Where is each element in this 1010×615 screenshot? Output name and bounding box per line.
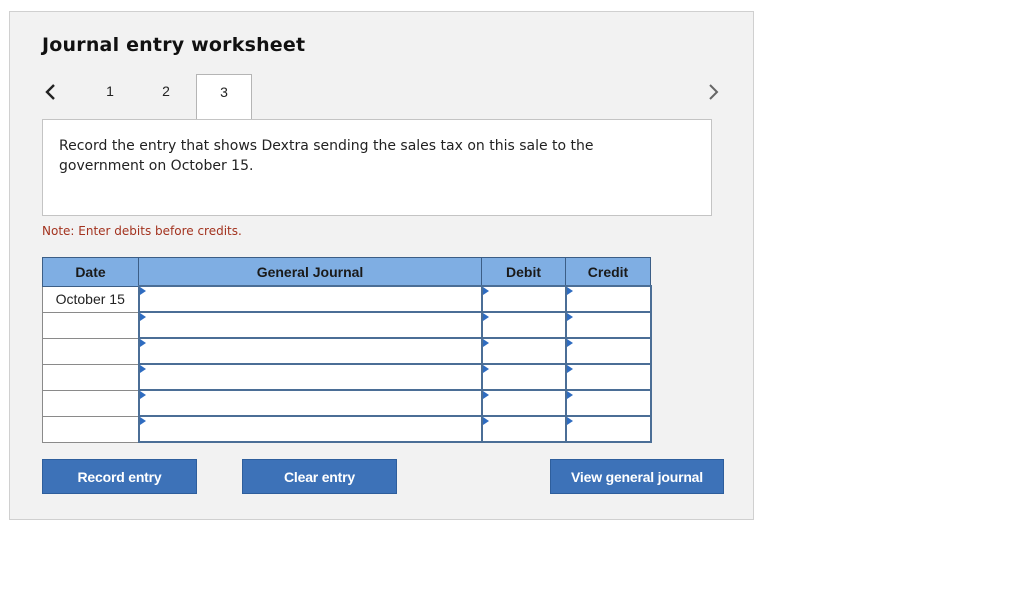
- debit-input[interactable]: [480, 415, 567, 443]
- credit-input[interactable]: [564, 337, 652, 365]
- date-cell: [42, 389, 139, 417]
- credit-input[interactable]: [564, 415, 652, 443]
- table-row: October 15: [42, 285, 652, 313]
- account-input[interactable]: [137, 311, 483, 339]
- debit-input[interactable]: [480, 389, 567, 417]
- table-row: [42, 311, 652, 339]
- worksheet-panel: Journal entry worksheet 1 2 3 Record the…: [9, 11, 754, 520]
- table-row: [42, 363, 652, 391]
- note-text: Note: Enter debits before credits.: [42, 224, 242, 238]
- date-cell: [42, 311, 139, 339]
- question-prompt: Record the entry that shows Dextra sendi…: [42, 119, 712, 216]
- credit-input[interactable]: [564, 389, 652, 417]
- debit-input[interactable]: [480, 337, 567, 365]
- account-input[interactable]: [137, 337, 483, 365]
- table-row: [42, 389, 652, 417]
- record-entry-button[interactable]: Record entry: [42, 459, 197, 494]
- debit-input[interactable]: [480, 311, 567, 339]
- debit-input[interactable]: [480, 285, 567, 313]
- page-title: Journal entry worksheet: [42, 34, 306, 56]
- date-cell: October 15: [42, 285, 139, 313]
- chevron-left-icon[interactable]: [43, 81, 59, 103]
- credit-input[interactable]: [564, 363, 652, 391]
- header-date: Date: [42, 257, 139, 287]
- journal-table: Date General Journal Debit Credit Octobe…: [42, 257, 652, 443]
- tab-1[interactable]: 1: [82, 74, 138, 118]
- tab-3[interactable]: 3: [196, 74, 252, 121]
- account-input[interactable]: [137, 389, 483, 417]
- tab-2[interactable]: 2: [138, 74, 194, 118]
- table-row: [42, 415, 652, 443]
- header-general-journal: General Journal: [138, 257, 482, 287]
- date-cell: [42, 337, 139, 365]
- credit-input[interactable]: [564, 285, 652, 313]
- table-row: [42, 337, 652, 365]
- account-input[interactable]: [137, 285, 483, 313]
- account-input[interactable]: [137, 363, 483, 391]
- date-cell: [42, 415, 139, 443]
- debit-input[interactable]: [480, 363, 567, 391]
- header-credit: Credit: [565, 257, 651, 287]
- account-input[interactable]: [137, 415, 483, 443]
- header-debit: Debit: [481, 257, 566, 287]
- chevron-right-icon[interactable]: [705, 81, 721, 103]
- view-general-journal-button[interactable]: View general journal: [550, 459, 724, 494]
- date-cell: [42, 363, 139, 391]
- credit-input[interactable]: [564, 311, 652, 339]
- clear-entry-button[interactable]: Clear entry: [242, 459, 397, 494]
